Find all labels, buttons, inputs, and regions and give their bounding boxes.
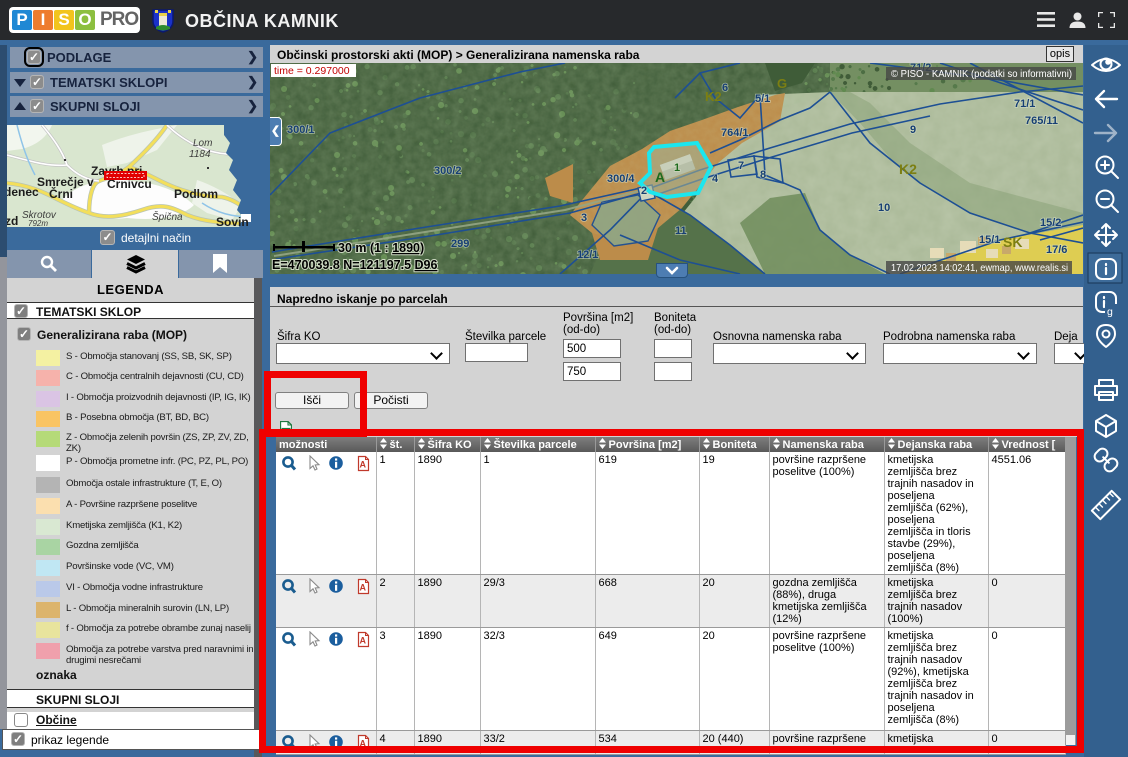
svg-text:2: 2 <box>641 185 647 197</box>
svg-text:5/1: 5/1 <box>755 93 770 105</box>
svg-text:7: 7 <box>738 160 744 172</box>
svg-text:17/6: 17/6 <box>1046 244 1067 256</box>
svg-text:299: 299 <box>451 238 469 250</box>
svg-text:K2: K2 <box>899 161 917 177</box>
svg-text:zd: zd <box>7 214 18 227</box>
svg-text:© PISO - KAMNIK (podatki so in: © PISO - KAMNIK (podatki so informativni… <box>891 68 1072 80</box>
svg-text:15/2: 15/2 <box>1040 217 1061 229</box>
svg-text:G: G <box>777 76 787 91</box>
svg-text:17.02.2023 14:02:41, ewmap, ww: 17.02.2023 14:02:41, ewmap, www.realis.s… <box>891 262 1068 274</box>
svg-text:SK: SK <box>1003 234 1022 250</box>
svg-text:Lom: Lom <box>193 138 212 149</box>
svg-text:300/2: 300/2 <box>434 165 462 177</box>
svg-text:15/1: 15/1 <box>979 234 1000 246</box>
svg-text:3: 3 <box>581 212 587 224</box>
svg-text:300/4: 300/4 <box>607 173 635 185</box>
svg-text:71/1: 71/1 <box>1014 98 1035 110</box>
svg-text:8: 8 <box>760 169 766 181</box>
svg-text:time = 0.297000: time = 0.297000 <box>274 65 350 77</box>
svg-text:K2: K2 <box>705 89 722 104</box>
svg-text:9: 9 <box>910 124 916 136</box>
svg-text:1: 1 <box>674 162 680 174</box>
svg-text:6: 6 <box>722 82 728 94</box>
svg-text:11: 11 <box>675 225 687 237</box>
svg-text:12/1: 12/1 <box>577 249 598 261</box>
svg-text:10: 10 <box>878 202 890 214</box>
svg-text:Črni: Črni <box>49 186 73 201</box>
svg-text:A: A <box>655 169 665 185</box>
svg-text:300/1: 300/1 <box>287 124 315 136</box>
svg-text:30 m (1 : 1890): 30 m (1 : 1890) <box>338 241 424 255</box>
svg-text:765/11: 765/11 <box>1025 115 1058 127</box>
svg-text:E=470039.8 N=121197.5 D96: E=470039.8 N=121197.5 D96 <box>272 258 437 272</box>
svg-text:764/1: 764/1 <box>721 127 749 139</box>
svg-text:Podlom: Podlom <box>174 187 218 201</box>
svg-text:denec: denec <box>7 185 39 199</box>
svg-text:g: g <box>1107 306 1113 318</box>
svg-text:Sovin: Sovin <box>216 215 249 227</box>
svg-text:Špična: Špična <box>152 210 183 223</box>
svg-text:792m: 792m <box>28 219 48 227</box>
svg-text:1184: 1184 <box>189 149 211 160</box>
svg-text:4: 4 <box>712 173 719 185</box>
